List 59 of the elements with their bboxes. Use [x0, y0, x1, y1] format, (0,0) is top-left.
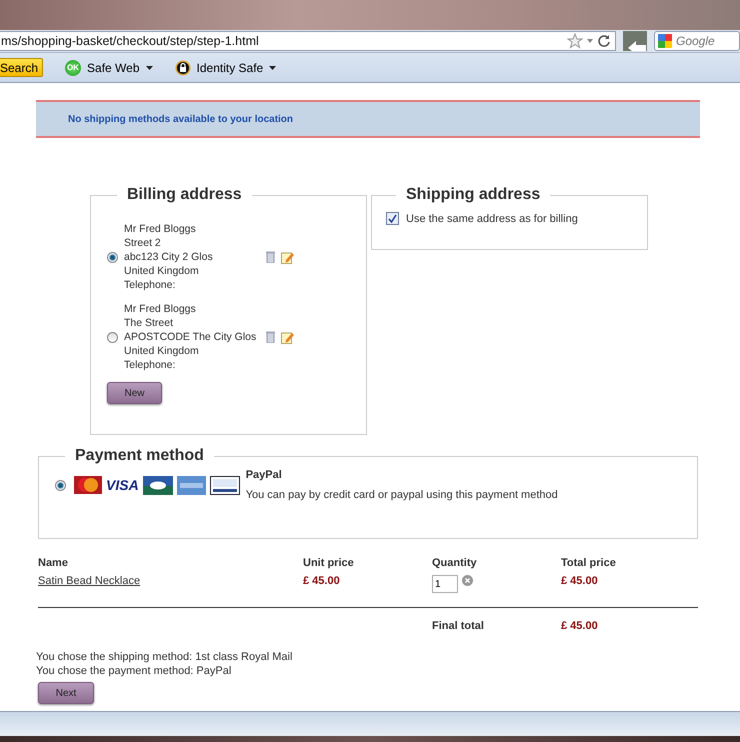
visa-logo: VISA [106, 477, 139, 493]
lock-icon [174, 60, 191, 76]
address-line: United Kingdom [124, 264, 200, 278]
quantity-field[interactable]: 1 [432, 575, 458, 593]
column-header: Quantity [432, 555, 561, 575]
radio-button[interactable] [55, 480, 66, 490]
total-price: £ 45.00 [561, 575, 599, 589]
caret-icon[interactable] [587, 39, 593, 43]
safe-web-menu[interactable]: OK Safe Web [65, 60, 153, 76]
checkbox-label: Use the same address as for billing [406, 212, 578, 224]
bank-card-logo-icon [142, 476, 173, 494]
reload-icon[interactable] [597, 34, 611, 48]
unit-price: £ 45.00 [303, 575, 432, 593]
payment-method-name: PayPal [246, 469, 283, 481]
summary-text: You chose the payment method: PayPal [36, 664, 232, 678]
section-heading: Shipping address [405, 186, 542, 204]
caret-icon [269, 66, 276, 70]
section-heading: Payment method [74, 447, 205, 465]
section-heading: Billing address [126, 186, 243, 204]
paypal-logo-icon [210, 476, 240, 494]
edit-note-icon[interactable] [281, 250, 294, 264]
final-total: £ 45.00 [561, 608, 698, 632]
address-line: Telephone: [124, 278, 176, 292]
next-button[interactable]: Next [38, 682, 94, 704]
column-header: Name [38, 556, 69, 571]
address-line: The Street [124, 316, 174, 330]
address-line: Mr Fred Bloggs [124, 302, 197, 316]
address-line: Street 2 [124, 236, 162, 250]
url-text: ms/shopping-basket/checkout/step/step-1.html [1, 34, 260, 48]
address-bar[interactable]: ms/shopping-basket/checkout/step/step-1.html [0, 31, 616, 51]
radio-button[interactable] [107, 332, 118, 342]
trash-icon[interactable] [266, 251, 275, 263]
caret-icon [146, 66, 153, 70]
checkbox[interactable] [386, 212, 399, 225]
ok-badge-icon: OK [65, 60, 82, 76]
remove-icon[interactable] [462, 575, 473, 586]
summary-text: You chose the shipping method: 1st class Royal Mail [36, 650, 294, 664]
address-line: APOSTCODE The City Glos [124, 330, 258, 344]
address-line: Telephone: [124, 358, 176, 372]
google-logo-icon [658, 34, 672, 48]
search-box[interactable]: Google [654, 31, 740, 51]
address-line: United Kingdom [124, 344, 200, 358]
address-line: Mr Fred Bloggs [124, 222, 197, 236]
column-header: Unit price [303, 555, 432, 575]
star-icon[interactable] [567, 33, 583, 49]
edit-note-icon[interactable] [281, 330, 294, 344]
trash-icon[interactable] [266, 331, 275, 343]
new-button[interactable]: New [107, 382, 162, 404]
card-logo-icon [176, 476, 206, 494]
notice-message: No shipping methods available to your location [36, 100, 700, 138]
column-header: Total price [561, 556, 617, 571]
identity-safe-menu[interactable]: Identity Safe [174, 60, 276, 76]
payment-method-description: You can pay by credit card or paypal using this payment method [246, 489, 558, 501]
search-button[interactable]: Search [0, 58, 44, 77]
mastercard-logo-icon [74, 476, 102, 494]
address-line: abc123 City 2 Glos [124, 250, 214, 264]
final-total-label: Final total [432, 608, 561, 632]
product-link[interactable]: Satin Bead Necklace [38, 575, 140, 587]
radio-button[interactable] [107, 252, 118, 262]
